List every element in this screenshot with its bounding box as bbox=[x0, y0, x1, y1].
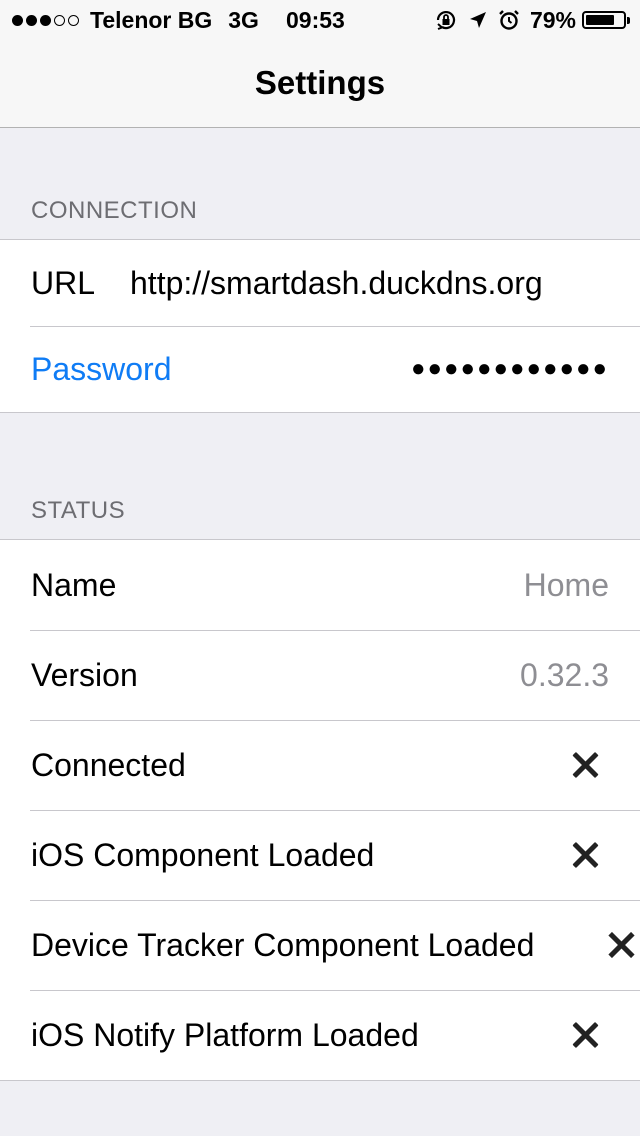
navigation-bar: Settings bbox=[0, 40, 640, 128]
x-icon bbox=[608, 932, 640, 958]
status-row-ios-notify: iOS Notify Platform Loaded bbox=[0, 990, 640, 1080]
battery-icon bbox=[582, 11, 626, 29]
password-label: Password bbox=[31, 351, 172, 387]
alarm-icon bbox=[498, 9, 520, 31]
signal-dot bbox=[26, 14, 37, 26]
signal-strength-icon bbox=[12, 14, 82, 26]
password-field[interactable]: ●●●●●●●●●●●● bbox=[411, 326, 609, 412]
signal-dot bbox=[68, 14, 79, 26]
url-label: URL bbox=[31, 265, 96, 301]
connection-group: URL http://smartdash.duckdns.org Passwor… bbox=[0, 239, 640, 413]
status-label: Version bbox=[31, 657, 138, 693]
section-header-connection: CONNECTION bbox=[31, 197, 198, 224]
status-bar-right: 79% bbox=[434, 0, 630, 40]
carrier-name: Telenor BG bbox=[90, 6, 213, 33]
section-header-status: STATUS bbox=[31, 497, 126, 524]
battery-tip bbox=[627, 16, 630, 24]
status-label: Device Tracker Component Loaded bbox=[31, 927, 535, 963]
page-title: Settings bbox=[254, 64, 386, 101]
status-label: iOS Notify Platform Loaded bbox=[31, 1017, 419, 1053]
location-arrow-icon bbox=[468, 10, 488, 30]
x-icon bbox=[572, 1022, 598, 1048]
status-group: Name Home Version 0.32.3 Connected iOS C… bbox=[0, 539, 640, 1081]
status-bar-left: Telenor BG 3G bbox=[12, 0, 259, 40]
status-row-version: Version 0.32.3 bbox=[0, 630, 640, 720]
battery-percentage: 79% bbox=[529, 6, 576, 33]
x-icon bbox=[572, 752, 598, 778]
status-label: Name bbox=[31, 567, 117, 603]
status-value: 0.32.3 bbox=[520, 657, 609, 693]
status-row-name: Name Home bbox=[0, 540, 640, 630]
status-row-ios-component: iOS Component Loaded bbox=[0, 810, 640, 900]
signal-dot bbox=[54, 14, 65, 26]
status-label: iOS Component Loaded bbox=[31, 837, 375, 873]
status-row-device-tracker: Device Tracker Component Loaded bbox=[0, 900, 640, 990]
x-icon bbox=[572, 842, 598, 868]
battery-fill bbox=[586, 15, 615, 25]
status-bar: Telenor BG 3G 09:53 79% bbox=[0, 0, 640, 40]
status-label: Connected bbox=[31, 747, 186, 783]
status-row-connected: Connected bbox=[0, 720, 640, 810]
network-type: 3G bbox=[228, 6, 259, 33]
url-row[interactable]: URL http://smartdash.duckdns.org bbox=[0, 240, 640, 326]
status-value: Home bbox=[523, 567, 609, 603]
password-row[interactable]: Password ●●●●●●●●●●●● bbox=[0, 326, 640, 412]
signal-dot bbox=[12, 14, 23, 26]
url-field[interactable]: http://smartdash.duckdns.org bbox=[130, 240, 543, 326]
orientation-lock-icon bbox=[434, 8, 458, 32]
status-time: 09:53 bbox=[286, 7, 345, 33]
signal-dot bbox=[40, 14, 51, 26]
x-icon-shape bbox=[608, 932, 634, 958]
